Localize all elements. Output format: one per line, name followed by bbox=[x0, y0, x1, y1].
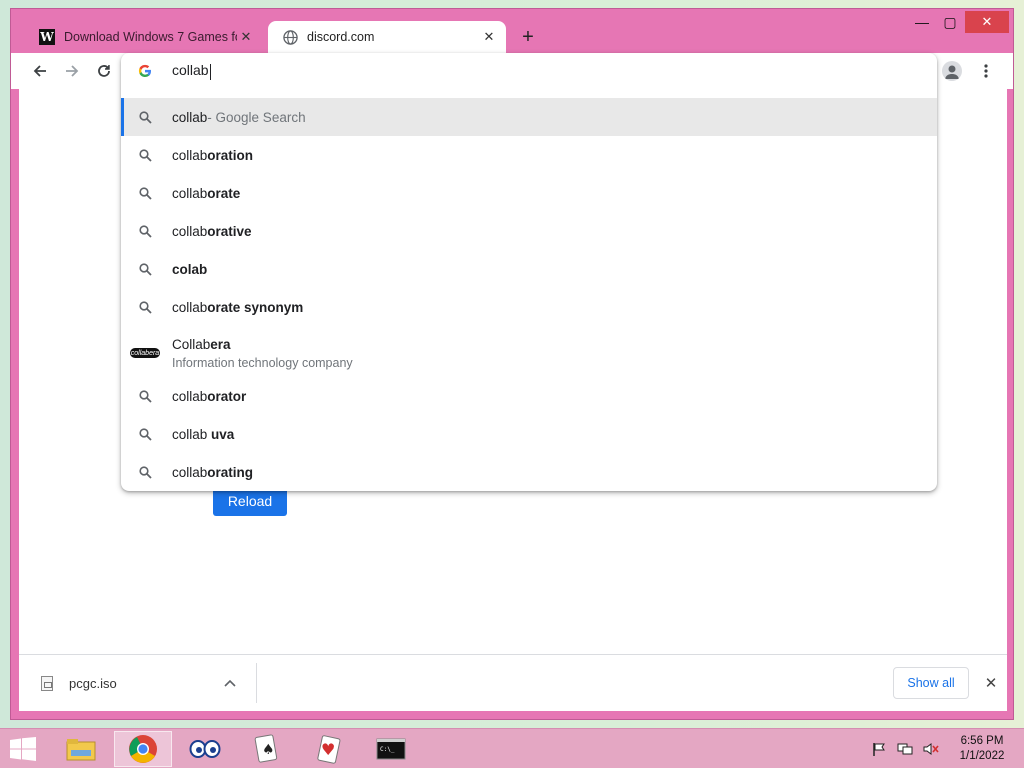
download-shelf: pcgc.iso Show all ✕ bbox=[19, 654, 1007, 711]
omnibox-dropdown: collab collab - Google Search collab orat… bbox=[121, 53, 937, 491]
reload-icon[interactable] bbox=[91, 58, 117, 84]
entity-text: Collabera Information technology company bbox=[172, 337, 353, 370]
windows-start-icon[interactable] bbox=[6, 735, 40, 763]
suggestion-typed: collab bbox=[172, 464, 208, 480]
suggestion-typed: collab bbox=[172, 299, 208, 315]
tab-discord[interactable]: discord.com ✕ bbox=[268, 21, 506, 53]
search-icon bbox=[137, 110, 153, 124]
show-all-button[interactable]: Show all bbox=[893, 667, 969, 699]
eyes-icon[interactable] bbox=[176, 731, 234, 767]
system-tray bbox=[870, 729, 948, 768]
suggestion-completion: orate bbox=[207, 185, 241, 201]
tab-title: Download Windows 7 Games for bbox=[64, 30, 237, 44]
suggestion-item[interactable]: collab oration bbox=[121, 136, 937, 174]
search-icon bbox=[137, 465, 153, 479]
hearts-icon[interactable]: ♥ bbox=[300, 731, 358, 767]
suggestion-entity-item[interactable]: collabera Collabera Information technolo… bbox=[121, 327, 937, 379]
download-file-name: pcgc.iso bbox=[69, 675, 117, 691]
suggestion-completion: orate synonym bbox=[207, 299, 304, 315]
network-icon[interactable] bbox=[896, 741, 914, 757]
clock-time: 6:56 PM bbox=[960, 735, 1004, 747]
chrome-icon[interactable] bbox=[114, 731, 172, 767]
collabera-logo-icon: collabera bbox=[130, 348, 160, 358]
back-arrow-icon[interactable] bbox=[27, 58, 53, 84]
suggestion-typed: collab bbox=[172, 223, 208, 239]
svg-text:C:\_: C:\_ bbox=[380, 746, 395, 753]
suggestion-item[interactable]: colab bbox=[121, 250, 937, 288]
suggestion-typed: collab bbox=[172, 388, 208, 404]
maximize-button[interactable]: ▢ bbox=[937, 11, 963, 33]
suggestion-completion: colab bbox=[172, 261, 208, 277]
search-icon bbox=[137, 300, 153, 314]
suggestion-completion: oration bbox=[207, 147, 254, 163]
w-favicon-icon: W bbox=[39, 29, 55, 45]
search-icon bbox=[137, 389, 153, 403]
suggestion-completion: orator bbox=[207, 388, 247, 404]
avatar bbox=[942, 61, 962, 81]
minimize-button[interactable]: — bbox=[907, 11, 937, 33]
suggestion-completion: orating bbox=[207, 464, 254, 480]
suggestion-item[interactable]: collab - Google Search bbox=[121, 98, 937, 136]
search-icon bbox=[137, 148, 153, 162]
tab-close-icon[interactable]: ✕ bbox=[237, 28, 255, 46]
suggestion-suffix: - Google Search bbox=[207, 109, 306, 125]
browser-window: W Download Windows 7 Games for ✕ discord… bbox=[10, 8, 1014, 720]
entity-subtitle: Information technology company bbox=[172, 355, 353, 370]
taskbar: ♠ ♥ C:\_ 6:56 PM 1/1/2022 bbox=[0, 728, 1024, 768]
suggestion-completion: era bbox=[210, 336, 231, 352]
suggestion-item[interactable]: collab orator bbox=[121, 377, 937, 415]
tab-download-windows-games[interactable]: W Download Windows 7 Games for ✕ bbox=[25, 21, 263, 53]
forward-arrow-icon[interactable] bbox=[59, 58, 85, 84]
clock-date: 1/1/2022 bbox=[959, 750, 1005, 762]
profile-avatar-icon[interactable] bbox=[939, 58, 965, 84]
suggestion-completion: uva bbox=[207, 426, 235, 442]
cmd-icon[interactable]: C:\_ bbox=[362, 731, 420, 767]
suggestion-completion: orative bbox=[207, 223, 252, 239]
clock[interactable]: 6:56 PM 1/1/2022 bbox=[950, 734, 1014, 764]
suggestion-item[interactable]: collab orative bbox=[121, 212, 937, 250]
volume-muted-icon[interactable] bbox=[922, 741, 940, 757]
svg-text:♥: ♥ bbox=[321, 740, 335, 759]
omnibox-input-row[interactable]: collab bbox=[121, 53, 937, 89]
suggestion-item[interactable]: collab uva bbox=[121, 415, 937, 453]
file-explorer-icon[interactable] bbox=[52, 731, 110, 767]
suggestion-item[interactable]: collab orating bbox=[121, 453, 937, 491]
chevron-up-icon[interactable] bbox=[220, 679, 240, 687]
action-center-flag-icon[interactable] bbox=[870, 741, 888, 757]
svg-text:♠: ♠ bbox=[262, 742, 275, 758]
tab-title: discord.com bbox=[307, 30, 375, 44]
google-g-icon bbox=[138, 64, 152, 78]
suggestion-typed: collab bbox=[172, 426, 208, 442]
globe-icon bbox=[282, 29, 298, 45]
suggestion-item[interactable]: collab orate bbox=[121, 174, 937, 212]
search-icon bbox=[137, 427, 153, 441]
close-download-shelf-icon[interactable]: ✕ bbox=[979, 671, 1003, 695]
text-caret bbox=[209, 63, 211, 80]
more-menu-icon[interactable] bbox=[973, 58, 999, 84]
title-bar[interactable]: W Download Windows 7 Games for ✕ discord… bbox=[11, 9, 1013, 53]
suggestion-typed: collab bbox=[172, 109, 208, 125]
search-icon bbox=[137, 224, 153, 238]
search-icon bbox=[137, 262, 153, 276]
address-input-value: collab bbox=[172, 62, 209, 79]
suggestion-typed: collab bbox=[172, 147, 208, 163]
suggestion-typed: Collab bbox=[172, 336, 211, 352]
file-icon bbox=[41, 675, 53, 691]
suggestion-item[interactable]: collab orate synonym bbox=[121, 288, 937, 326]
desktop-icon-edge[interactable] bbox=[0, 60, 10, 74]
tab-close-icon[interactable]: ✕ bbox=[480, 28, 498, 46]
entity-title: Collabera bbox=[172, 337, 353, 352]
search-icon bbox=[137, 186, 153, 200]
new-tab-button[interactable]: + bbox=[516, 25, 540, 49]
download-item[interactable]: pcgc.iso bbox=[19, 663, 257, 703]
suggestion-typed: collab bbox=[172, 185, 208, 201]
solitaire-icon[interactable]: ♠ bbox=[238, 731, 296, 767]
address-input[interactable]: collab bbox=[172, 62, 211, 80]
close-window-button[interactable]: ✕ bbox=[965, 11, 1009, 33]
